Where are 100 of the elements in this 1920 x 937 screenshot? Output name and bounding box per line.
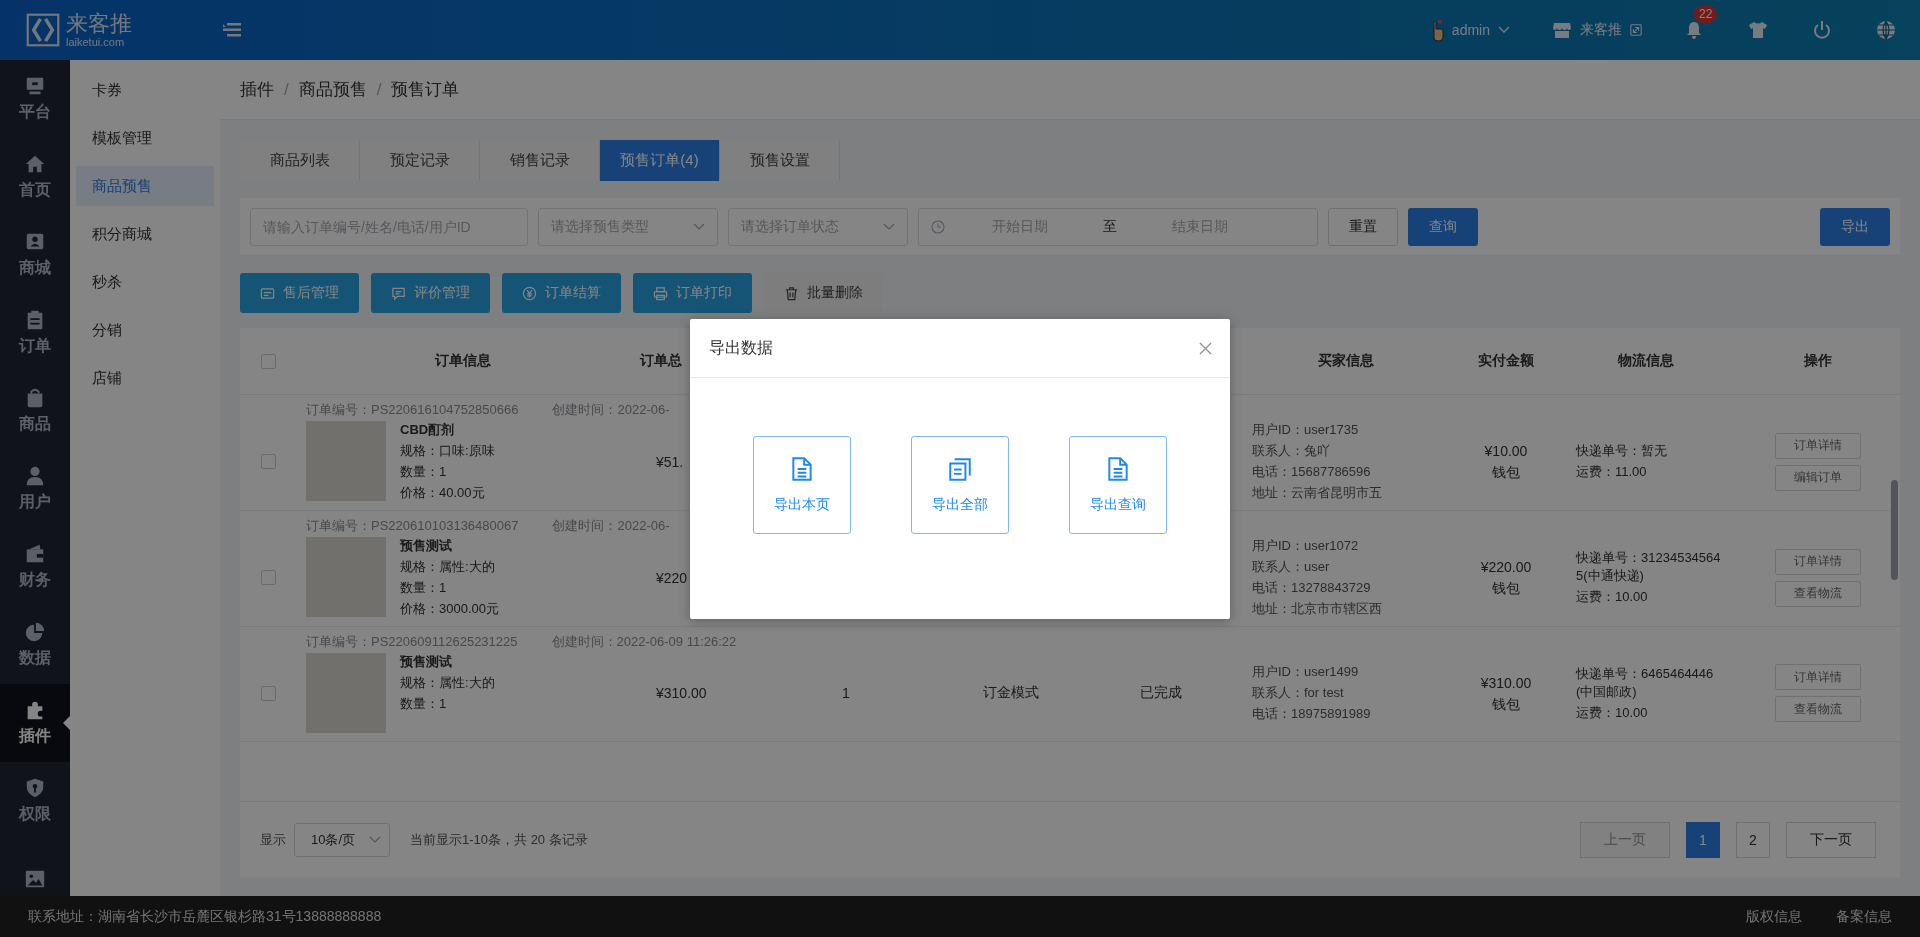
sidebar-item[interactable]: 平台 bbox=[0, 60, 70, 138]
sidebar-item[interactable]: 商品 bbox=[0, 372, 70, 450]
submenu-item[interactable]: 秒杀 bbox=[76, 262, 214, 302]
row-action-button[interactable]: 查看物流 bbox=[1775, 580, 1861, 607]
sidebar-item[interactable]: 财务 bbox=[0, 528, 70, 606]
documents-icon bbox=[947, 456, 973, 482]
sidebar-item[interactable]: 首页 bbox=[0, 138, 70, 216]
export-option[interactable]: 导出本页 bbox=[753, 436, 851, 534]
notification-badge: 22 bbox=[1694, 6, 1718, 23]
column-header: 买家信息 bbox=[1317, 352, 1375, 370]
next-page-button[interactable]: 下一页 bbox=[1786, 822, 1876, 858]
search-button[interactable]: 查询 bbox=[1408, 207, 1478, 246]
paid-amount: ¥310.00 bbox=[1480, 673, 1532, 692]
dialog-title: 导出数据 bbox=[709, 337, 773, 358]
action-button[interactable]: 订单结算 bbox=[502, 273, 621, 313]
row-checkbox[interactable] bbox=[260, 454, 276, 469]
row-action-button[interactable]: 订单详情 bbox=[1775, 664, 1861, 690]
product-name: CBD酊剂 bbox=[400, 421, 456, 439]
logistics-detail: 快递单号：6465464446(中国邮政) bbox=[1576, 664, 1715, 701]
product-detail: 价格：40.00元 bbox=[400, 484, 486, 502]
row-checkbox[interactable] bbox=[260, 685, 276, 701]
sidebar-item[interactable]: 用户 bbox=[0, 450, 70, 528]
sidebar-item[interactable]: 数据 bbox=[0, 606, 70, 684]
row-action-button[interactable]: 查看物流 bbox=[1775, 696, 1861, 722]
reset-button[interactable]: 重置 bbox=[1328, 207, 1398, 246]
column-header: 实付金额 bbox=[1477, 352, 1535, 370]
sidebar-item[interactable]: 订单 bbox=[0, 294, 70, 372]
logistics-detail: 快递单号：312345345645(中通快递) bbox=[1576, 549, 1722, 585]
sidebar-item[interactable]: 商城 bbox=[0, 216, 70, 294]
order-number: 订单编号：PS220609112625231225 bbox=[306, 633, 518, 651]
page-size-select[interactable]: 10条/页 bbox=[294, 823, 390, 857]
hand-icon bbox=[1432, 18, 1444, 42]
sidebar-item[interactable]: 插件 bbox=[0, 684, 70, 762]
product-detail: 规格：属性:大的 bbox=[400, 674, 495, 692]
card-icon bbox=[260, 285, 275, 301]
row-action-button[interactable]: 订单详情 bbox=[1775, 548, 1861, 575]
order-status: 已完成 bbox=[1139, 684, 1183, 702]
column-header: 订单总 bbox=[638, 352, 683, 370]
product-detail: 价格：3000.00元 bbox=[400, 600, 499, 618]
breadcrumb-item: 预售订单 bbox=[391, 79, 460, 101]
close-icon[interactable] bbox=[1199, 341, 1212, 355]
printer-icon bbox=[653, 285, 668, 301]
submenu-item[interactable]: 模板管理 bbox=[76, 118, 214, 158]
order-total: ¥51. bbox=[655, 453, 685, 470]
select-all-checkbox[interactable] bbox=[260, 353, 276, 369]
submenu-item[interactable]: 商品预售 bbox=[76, 166, 214, 206]
buyer-detail: 联系人：兔吖 bbox=[1252, 442, 1331, 460]
scrollbar[interactable] bbox=[1891, 480, 1898, 580]
export-option[interactable]: 导出查询 bbox=[1069, 436, 1167, 534]
buyer-detail: 地址：云南省昆明市五 bbox=[1252, 484, 1383, 502]
logistics-detail: 运费：11.00 bbox=[1576, 463, 1648, 481]
chevron-down-icon bbox=[693, 222, 705, 231]
power-icon[interactable] bbox=[1812, 20, 1832, 40]
shop-link[interactable]: 来客推 bbox=[1552, 20, 1642, 40]
footer-link[interactable]: 版权信息 bbox=[1746, 907, 1802, 926]
order-number: 订单编号：PS220616104752850666 bbox=[306, 401, 519, 419]
product-name: 预售测试 bbox=[400, 653, 453, 671]
buyer-detail: 电话：13278843729 bbox=[1252, 579, 1372, 597]
page-button[interactable]: 1 bbox=[1686, 822, 1720, 858]
menu-icon[interactable] bbox=[223, 23, 241, 37]
product-detail: 数量：1 bbox=[400, 463, 448, 481]
logo-title: 来客推 bbox=[66, 12, 132, 36]
page-button[interactable]: 2 bbox=[1736, 822, 1770, 858]
record-summary: 当前显示1-10条，共 20 条记录 bbox=[410, 831, 588, 849]
column-header: 物流信息 bbox=[1616, 352, 1675, 370]
external-link-icon bbox=[1630, 24, 1642, 36]
breadcrumb-item[interactable]: 商品预售 bbox=[298, 78, 367, 101]
row-action-button[interactable]: 编辑订单 bbox=[1775, 464, 1861, 491]
submenu-item[interactable]: 积分商城 bbox=[76, 214, 214, 254]
row-action-button[interactable]: 订单详情 bbox=[1775, 432, 1861, 459]
globe-icon[interactable] bbox=[1876, 20, 1896, 40]
product-detail: 数量：1 bbox=[400, 579, 448, 597]
yen-icon bbox=[522, 285, 537, 301]
submenu-item[interactable]: 卡券 bbox=[76, 70, 214, 110]
document-icon bbox=[789, 456, 815, 482]
quantity: 1 bbox=[841, 685, 851, 701]
export-button[interactable]: 导出 bbox=[1820, 207, 1890, 246]
t-shirt-icon[interactable] bbox=[1748, 20, 1768, 40]
action-button[interactable]: 订单打印 bbox=[633, 273, 752, 313]
wallet-icon bbox=[24, 543, 46, 565]
column-header: 操作 bbox=[1803, 352, 1833, 370]
trash-icon bbox=[784, 285, 799, 301]
logistics-detail: 运费：10.00 bbox=[1576, 703, 1649, 722]
action-button[interactable]: 售后管理 bbox=[240, 273, 359, 313]
breadcrumb-item[interactable]: 插件 bbox=[240, 78, 274, 101]
buyer-detail: 用户ID：user1735 bbox=[1252, 421, 1360, 439]
row-checkbox[interactable] bbox=[260, 570, 276, 585]
order-number: 订单编号：PS220610103136480067 bbox=[306, 517, 519, 535]
product-detail: 规格：口味:原味 bbox=[400, 442, 495, 460]
footer-link[interactable]: 备案信息 bbox=[1836, 907, 1892, 926]
logo-subtitle: laiketui.com bbox=[66, 36, 126, 48]
sidebar-item[interactable]: 权限 bbox=[0, 762, 70, 840]
submenu-item[interactable]: 分销 bbox=[76, 310, 214, 350]
submenu-item[interactable]: 店铺 bbox=[76, 358, 214, 398]
user-menu[interactable]: admin bbox=[1432, 18, 1510, 42]
export-option[interactable]: 导出全部 bbox=[911, 436, 1009, 534]
tab[interactable]: 预售订单(4) bbox=[600, 140, 720, 181]
logo-icon bbox=[26, 13, 60, 47]
action-button[interactable]: 评价管理 bbox=[371, 273, 490, 313]
breadcrumb-separator: / bbox=[284, 79, 289, 100]
